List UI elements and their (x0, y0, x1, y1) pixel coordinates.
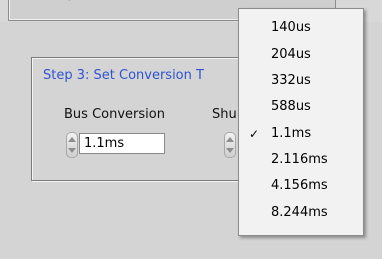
increment-arrow-icon[interactable] (226, 137, 234, 142)
shunt-conversion-stepper[interactable] (224, 132, 236, 158)
option-label: 4.156ms (271, 178, 328, 193)
dropdown-option[interactable]: 8.244ms (239, 201, 363, 225)
dropdown-option[interactable]: 140us (239, 16, 363, 40)
bus-conversion-field[interactable]: 1.1ms (79, 133, 165, 154)
option-label: 204us (271, 47, 311, 62)
decrement-arrow-icon[interactable] (68, 148, 76, 153)
dropdown-option[interactable]: 4.156ms (239, 174, 363, 198)
dropdown-option[interactable]: 2.116ms (239, 148, 363, 172)
decrement-arrow-icon[interactable] (226, 148, 234, 153)
step-title: Step 3: Set Conversion T (43, 68, 204, 83)
shunt-conversion-label: Shu (212, 107, 237, 122)
partial-glyph: (% (67, 0, 85, 1)
bus-conversion-stepper[interactable] (66, 132, 78, 158)
increment-arrow-icon[interactable] (68, 137, 76, 142)
option-label: 140us (271, 20, 311, 35)
dropdown-option[interactable]: 332us (239, 69, 363, 93)
dropdown-option[interactable]: 204us (239, 43, 363, 67)
dropdown-option[interactable]: 588us (239, 95, 363, 119)
option-label: 8.244ms (271, 205, 328, 220)
option-label: 1.1ms (271, 126, 312, 141)
option-label: 588us (271, 99, 311, 114)
bus-conversion-label: Bus Conversion (64, 107, 165, 122)
option-label: 2.116ms (271, 152, 328, 167)
dropdown-option-selected[interactable]: ✓ 1.1ms (239, 122, 363, 146)
checkmark-icon: ✓ (249, 127, 260, 141)
option-label: 332us (271, 73, 311, 88)
conversion-time-dropdown[interactable]: 140us 204us 332us 588us ✓ 1.1ms 2.116ms … (238, 8, 364, 236)
